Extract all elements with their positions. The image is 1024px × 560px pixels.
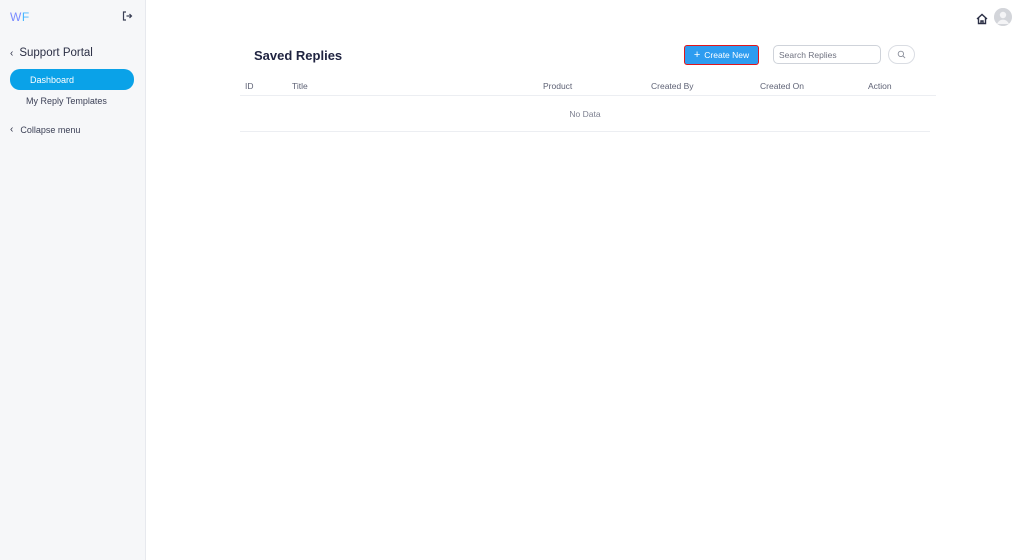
logout-icon[interactable]	[120, 9, 134, 23]
column-header-action: Action	[868, 81, 892, 91]
app-logo[interactable]: WF	[10, 10, 30, 24]
collapse-menu-button[interactable]: ‹ Collapse menu	[10, 124, 80, 135]
logo-letter-w: W	[10, 10, 22, 24]
chevron-left-icon: ‹	[10, 124, 14, 135]
saved-replies-table: ID Title Product Created By Created On A…	[240, 76, 936, 132]
column-header-product[interactable]: Product	[543, 81, 572, 91]
logo-letter-f: F	[21, 10, 30, 24]
empty-state-text: No Data	[240, 96, 930, 132]
chevron-left-icon: ‹	[10, 47, 14, 59]
search-replies-input[interactable]	[773, 45, 881, 64]
sidebar-item-dashboard[interactable]: Dashboard	[10, 69, 134, 90]
support-portal-back-link[interactable]: ‹ Support Portal	[10, 47, 93, 59]
user-avatar-icon[interactable]	[994, 8, 1012, 26]
home-icon[interactable]	[975, 12, 989, 26]
support-portal-label: Support Portal	[19, 47, 93, 59]
app-root: WF ‹ Support Portal Dashboard My Reply T…	[0, 0, 1024, 560]
search-icon	[897, 50, 906, 59]
create-new-label: Create New	[704, 50, 750, 60]
column-header-title[interactable]: Title	[292, 81, 308, 91]
column-header-created-by[interactable]: Created By	[651, 81, 694, 91]
table-header: ID Title Product Created By Created On A…	[240, 76, 936, 96]
sidebar: WF ‹ Support Portal Dashboard My Reply T…	[0, 0, 146, 560]
column-header-id[interactable]: ID	[245, 81, 254, 91]
sidebar-item-label: Dashboard	[30, 74, 75, 85]
sidebar-item-my-reply-templates[interactable]: My Reply Templates	[26, 96, 107, 106]
create-new-button[interactable]: + Create New	[684, 45, 759, 65]
column-header-created-on[interactable]: Created On	[760, 81, 804, 91]
page-title: Saved Replies	[254, 48, 343, 63]
search-button[interactable]	[888, 45, 915, 64]
plus-icon: +	[693, 48, 701, 61]
collapse-menu-label: Collapse menu	[20, 124, 81, 135]
sidebar-item-label: My Reply Templates	[26, 96, 107, 106]
